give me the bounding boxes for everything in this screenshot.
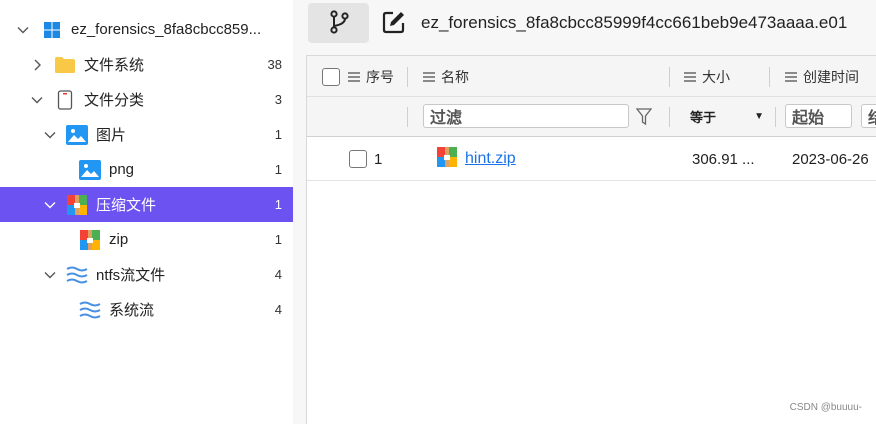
tree-node-count: 1: [274, 232, 282, 247]
row-size: 306.91 ...: [692, 150, 755, 168]
watermark: CSDN @buuuu-: [789, 402, 862, 413]
tree-node-count: 3: [274, 92, 282, 107]
column-label: 序号: [366, 68, 394, 85]
column-divider: [775, 107, 776, 127]
tree-node-zip[interactable]: zip 1: [0, 222, 293, 257]
tree-node-label: 图片: [96, 127, 127, 144]
column-created[interactable]: 创建时间: [785, 56, 859, 97]
column-divider: [407, 107, 408, 127]
column-label: 创建时间: [803, 68, 859, 85]
tree-node-label: 压缩文件: [96, 197, 157, 214]
column-size[interactable]: 大小: [684, 56, 730, 97]
tree-node-count: 1: [274, 197, 282, 212]
image-icon: [66, 124, 88, 146]
tree-node-count: 38: [267, 57, 282, 72]
archive-icon: [79, 229, 101, 251]
column-divider[interactable]: [769, 67, 770, 87]
edit-button[interactable]: [381, 10, 407, 36]
tree-node-label: png: [109, 161, 135, 178]
chevron-right-icon[interactable]: [29, 57, 45, 73]
phone-icon: [54, 89, 76, 111]
tree-node-label: ez_forensics_8fa8cbcc859...: [71, 21, 262, 38]
toolbar: ez_forensics_8fa8cbcc85999f4cc661beb9e47…: [293, 0, 876, 45]
menu-icon[interactable]: [348, 71, 360, 82]
tree-node-ntfs-streams[interactable]: ntfs流文件 4: [0, 257, 293, 292]
checkbox[interactable]: [322, 67, 340, 86]
checkbox[interactable]: [349, 150, 367, 168]
tree-node-png[interactable]: png 1: [0, 152, 293, 187]
branch-icon: [328, 9, 350, 37]
filter-icon[interactable]: [635, 108, 653, 129]
tree-node-count: 1: [274, 127, 282, 142]
table-row[interactable]: 1 hint.zip 306.91 ... 2023-06-26: [307, 137, 876, 181]
tree-node-system-streams[interactable]: 系统流 4: [0, 292, 293, 327]
tree-node-count: 4: [274, 302, 282, 317]
created-end-input[interactable]: 结: [861, 104, 876, 128]
file-grid: 序号 名称 大小 创建时间 过滤 等于 ▼ 起始 1 hint.zip 306.…: [306, 55, 876, 424]
tree-node-count: 4: [274, 267, 282, 282]
column-name[interactable]: 名称: [423, 56, 469, 97]
chevron-down-icon[interactable]: [15, 22, 31, 38]
chevron-down-icon[interactable]: [42, 197, 58, 213]
size-operator-value: 等于: [690, 109, 717, 125]
dropdown-arrow-icon: ▼: [754, 110, 764, 122]
row-seq: 1: [374, 150, 383, 168]
edit-icon: [382, 10, 406, 37]
archive-icon: [437, 147, 457, 171]
tree-node-label: 系统流: [109, 302, 155, 319]
grid-filter-row: 过滤 等于 ▼ 起始 结: [307, 97, 876, 137]
image-icon: [79, 159, 101, 181]
menu-icon[interactable]: [423, 71, 435, 82]
column-label: 大小: [702, 68, 730, 85]
created-start-input[interactable]: 起始: [785, 104, 852, 128]
folder-icon: [54, 54, 76, 76]
column-label: 名称: [441, 68, 469, 85]
name-filter-input[interactable]: 过滤: [423, 104, 629, 128]
row-name-cell: hint.zip: [437, 137, 516, 181]
content-panel: 序号 名称 大小 创建时间 过滤 等于 ▼ 起始 1 hint.zip 306.…: [293, 45, 876, 424]
column-divider[interactable]: [669, 67, 670, 87]
branch-button[interactable]: [308, 3, 369, 43]
file-link[interactable]: hint.zip: [465, 150, 516, 168]
column-divider: [669, 107, 670, 127]
stream-icon: [79, 299, 101, 321]
tree-node-evidence-root[interactable]: ez_forensics_8fa8cbcc859...: [0, 12, 293, 47]
archive-icon: [66, 194, 88, 216]
row-created: 2023-06-26: [792, 150, 869, 168]
tree-node-file-category[interactable]: 文件分类 3: [0, 82, 293, 117]
tree-node-label: zip: [109, 231, 129, 248]
chevron-down-icon[interactable]: [42, 267, 58, 283]
chevron-down-icon[interactable]: [29, 92, 45, 108]
stream-icon: [66, 264, 88, 286]
menu-icon[interactable]: [684, 71, 696, 82]
tree-node-label: ntfs流文件: [96, 267, 166, 284]
file-tree: ez_forensics_8fa8cbcc859... 文件系统 38 文件分类…: [0, 0, 293, 424]
menu-icon[interactable]: [785, 71, 797, 82]
tree-node-images[interactable]: 图片 1: [0, 117, 293, 152]
chevron-down-icon[interactable]: [42, 127, 58, 143]
tree-node-label: 文件分类: [84, 92, 145, 109]
tree-node-label: 文件系统: [84, 57, 145, 74]
tree-node-archives[interactable]: 压缩文件 1: [0, 187, 293, 222]
select-all-checkbox[interactable]: [322, 56, 340, 97]
grid-header: 序号 名称 大小 创建时间: [307, 56, 876, 97]
column-seq[interactable]: 序号: [348, 56, 394, 97]
tree-node-filesystem[interactable]: 文件系统 38: [0, 47, 293, 82]
windows-icon: [41, 19, 63, 41]
row-checkbox-cell[interactable]: 1: [349, 137, 382, 181]
column-divider[interactable]: [407, 67, 408, 87]
tree-node-count: 1: [274, 162, 282, 177]
evidence-title: ez_forensics_8fa8cbcc85999f4cc661beb9e47…: [421, 13, 848, 32]
size-operator-select[interactable]: 等于 ▼: [690, 104, 766, 128]
